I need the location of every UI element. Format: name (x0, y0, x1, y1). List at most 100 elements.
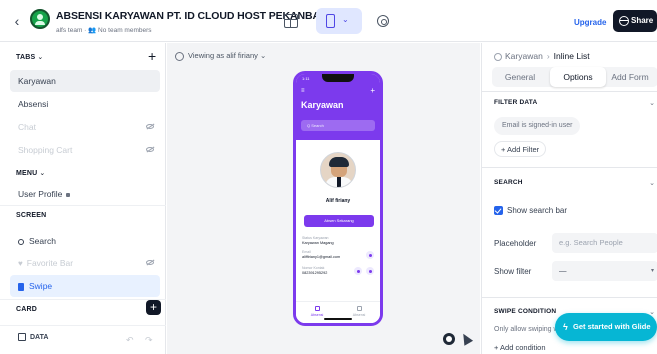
nav-item-absensi[interactable]: Absensi (302, 306, 332, 317)
data-editor-link[interactable]: DATA (18, 333, 48, 341)
field-value: 082391295292 (302, 271, 328, 275)
upgrade-link[interactable]: Upgrade (574, 18, 606, 27)
viewing-as-label: Viewing as alif firiany (188, 51, 258, 60)
sidebar-item-swipe[interactable]: Swipe (10, 275, 160, 297)
tab-add-form[interactable]: Add Form (602, 67, 657, 87)
screen-section-header: SCREEN (16, 212, 47, 219)
status-time: 1:11 (302, 76, 310, 81)
sidebar-item-search[interactable]: Search (10, 230, 160, 252)
viewing-as-selector[interactable]: Viewing as alif firiany ⌄ (175, 51, 266, 61)
cursor-icon[interactable] (458, 331, 474, 346)
sidebar-item-label: Search (29, 236, 56, 246)
share-button[interactable]: Share (613, 10, 657, 32)
phone-notch (322, 74, 354, 82)
tabs-section-header[interactable]: TABS ⌄ (16, 53, 43, 61)
phone-call-icon[interactable] (366, 267, 374, 275)
divider (482, 167, 657, 168)
add-condition-button[interactable]: + Add condition (494, 340, 552, 354)
message-icon[interactable] (354, 267, 362, 275)
divider (482, 297, 657, 298)
share-label: Share (631, 16, 654, 25)
preview-canvas: Viewing as alif firiany ⌄ 1:11 ≡ + Karya… (167, 43, 480, 354)
eye-off-icon[interactable] (146, 124, 154, 129)
breadcrumb-separator: › (546, 51, 550, 61)
globe-icon (619, 16, 629, 26)
chevron-down-icon[interactable]: ⌄ (649, 179, 655, 187)
email-icon[interactable] (366, 251, 374, 259)
hamburger-menu-icon[interactable]: ≡ (301, 88, 305, 94)
sidebar-item-label: User Profile (18, 189, 63, 199)
menu-section-header[interactable]: MENU ⌄ (16, 169, 46, 177)
left-sidebar: TABS ⌄ + Karyawan Absensi Chat Shopping C… (0, 43, 166, 354)
sidebar-item-chat[interactable]: Chat (10, 116, 160, 138)
profile-name: Alif firiany (325, 198, 351, 204)
back-button[interactable]: ‹ (10, 13, 24, 29)
undo-icon[interactable]: ↶ (126, 335, 134, 346)
chevron-down-icon[interactable]: ⌄ (649, 99, 655, 107)
device-preview-toggle[interactable]: ⌄ (316, 8, 362, 34)
placeholder-input[interactable]: e.g. Search People (552, 233, 657, 253)
home-indicator (324, 318, 352, 320)
chevron-down-icon: ⌄ (37, 54, 44, 61)
bolt-icon: ϟ (563, 322, 568, 332)
app-header: 1:11 ≡ + Karyawan Q Search (296, 74, 380, 140)
sidebar-item-favorite-bar[interactable]: ♥ Favorite Bar (10, 252, 160, 274)
settings-gear-icon[interactable] (377, 15, 389, 27)
field-label: Email (302, 250, 311, 254)
app-subtitle: alfs team · 👥 No team members (56, 27, 152, 34)
divider (0, 205, 166, 206)
eye-off-icon[interactable] (146, 147, 154, 152)
search-input[interactable]: Q Search (301, 120, 375, 131)
card-section-header: CARD (16, 306, 38, 313)
sidebar-item-karyawan[interactable]: Karyawan (10, 70, 160, 92)
breadcrumb-parent[interactable]: Karyawan (505, 51, 543, 61)
redo-icon[interactable]: ↷ (145, 335, 153, 346)
properties-panel: Karyawan › Inline List General Options Add… (481, 43, 657, 354)
add-component-button[interactable]: + (146, 300, 161, 315)
sidebar-item-label: Chat (18, 122, 36, 132)
sidebar-item-label: Shopping Cart (18, 145, 73, 155)
breadcrumb-current: Inline List (553, 51, 590, 61)
add-filter-button[interactable]: + Add Filter (494, 141, 547, 157)
tabs-header-label: TABS (16, 54, 36, 61)
data-grid-icon[interactable] (284, 14, 298, 28)
lock-icon (66, 192, 71, 197)
absen-button[interactable]: Absen Sekarang (304, 215, 374, 227)
eye-off-icon[interactable] (146, 260, 154, 265)
phone-preview: 1:11 ≡ + Karyawan Q Search Alif firiany … (293, 71, 383, 326)
sidebar-item-absensi[interactable]: Absensi (10, 93, 160, 115)
dropdown-arrow-icon: ▾ (650, 268, 654, 274)
sidebar-item-label: Favorite Bar (26, 258, 74, 268)
sidebar-item-shopping-cart[interactable]: Shopping Cart (10, 139, 160, 161)
divider (0, 299, 166, 300)
nav-item-absensi-2[interactable]: Absensi (344, 306, 374, 317)
chevron-down-icon: ⌄ (39, 170, 46, 177)
filter-chip[interactable]: Email is signed-in user (494, 117, 581, 135)
show-search-bar-checkbox[interactable] (494, 206, 503, 215)
field-value: Karyawan Magang (302, 241, 334, 245)
field-label: Nomor Kontak (302, 266, 325, 270)
person-icon (314, 306, 320, 311)
show-filter-select[interactable]: — ▾ (552, 261, 657, 281)
add-tab-button[interactable]: + (148, 49, 156, 63)
sidebar-item-user-profile[interactable]: User Profile (10, 183, 160, 205)
screen-title: Karyawan (301, 100, 344, 110)
menu-header-label: MENU (16, 170, 38, 177)
placeholder-label: Placeholder (494, 239, 537, 248)
search-icon (18, 238, 24, 245)
tab-options[interactable]: Options (550, 67, 606, 87)
chevron-down-icon: ⌄ (260, 51, 267, 60)
user-icon (494, 52, 502, 61)
add-icon[interactable]: + (370, 86, 375, 95)
panel-tabs: General Options Add Form (492, 67, 657, 87)
divider (482, 91, 657, 92)
document-icon (356, 306, 362, 311)
get-started-button[interactable]: ϟ Get started with Glide (555, 313, 657, 341)
field-value: aliffiriany1@gmail.com (302, 255, 341, 259)
heart-icon: ♥ (18, 259, 23, 268)
interaction-mode-toggle[interactable] (443, 333, 455, 345)
tab-general[interactable]: General (492, 67, 548, 87)
show-filter-value: — (559, 266, 567, 275)
swipe-icon (18, 282, 24, 291)
top-bar: ‹ ABSENSI KARYAWAN PT. ID CLOUD HOST PEK… (0, 0, 657, 42)
